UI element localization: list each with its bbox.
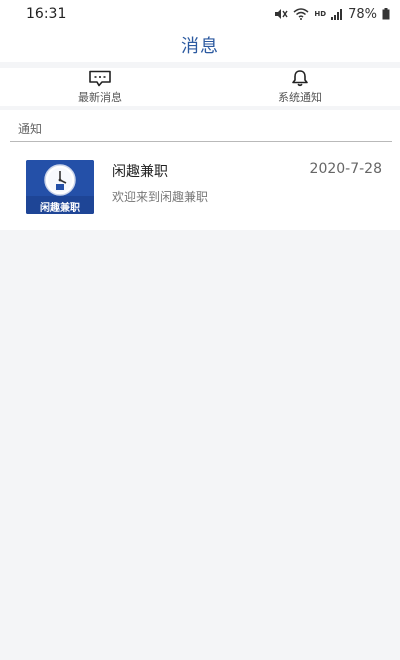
chat-bubble-icon [88,70,112,87]
tab-system-notifications[interactable]: 系统通知 [200,68,400,106]
message-date: 2020-7-28 [309,161,382,177]
hd-label: HD [314,10,327,18]
title-bar: 消息 [0,28,400,62]
battery-percent: 78% [348,6,377,22]
battery-icon [382,8,390,20]
tab-system-notifications-label: 系统通知 [278,91,322,104]
list-item[interactable]: 闲趣兼职 闲趣兼职 2020-7-28 欢迎来到闲趣兼职 [0,150,400,222]
status-bar: 16:31 HD 78% [0,0,400,28]
message-screen: 16:31 HD 78% 消息 最新消息 系统通知 通知 闲趣兼职 闲趣兼职 2… [0,0,400,660]
tab-latest-messages-label: 最新消息 [78,91,122,104]
bell-icon [290,70,310,87]
message-preview: 欢迎来到闲趣兼职 [112,190,209,204]
section-title: 通知 [10,116,392,142]
page-title: 消息 [181,36,219,57]
app-logo-caption: 闲趣兼职 [40,203,80,214]
signal-icon [331,8,343,20]
status-icons: HD 78% [274,7,390,22]
wifi-icon [293,8,309,20]
message-tabs: 最新消息 系统通知 [0,68,400,106]
mute-icon [274,8,289,20]
clock-icon [44,164,76,196]
message-title: 闲趣兼职 [112,164,168,180]
tab-latest-messages[interactable]: 最新消息 [0,68,200,106]
notification-list: 通知 闲趣兼职 闲趣兼职 2020-7-28 欢迎来到闲趣兼职 [0,110,400,230]
status-time: 16:31 [26,6,67,22]
app-logo: 闲趣兼职 [26,160,94,214]
